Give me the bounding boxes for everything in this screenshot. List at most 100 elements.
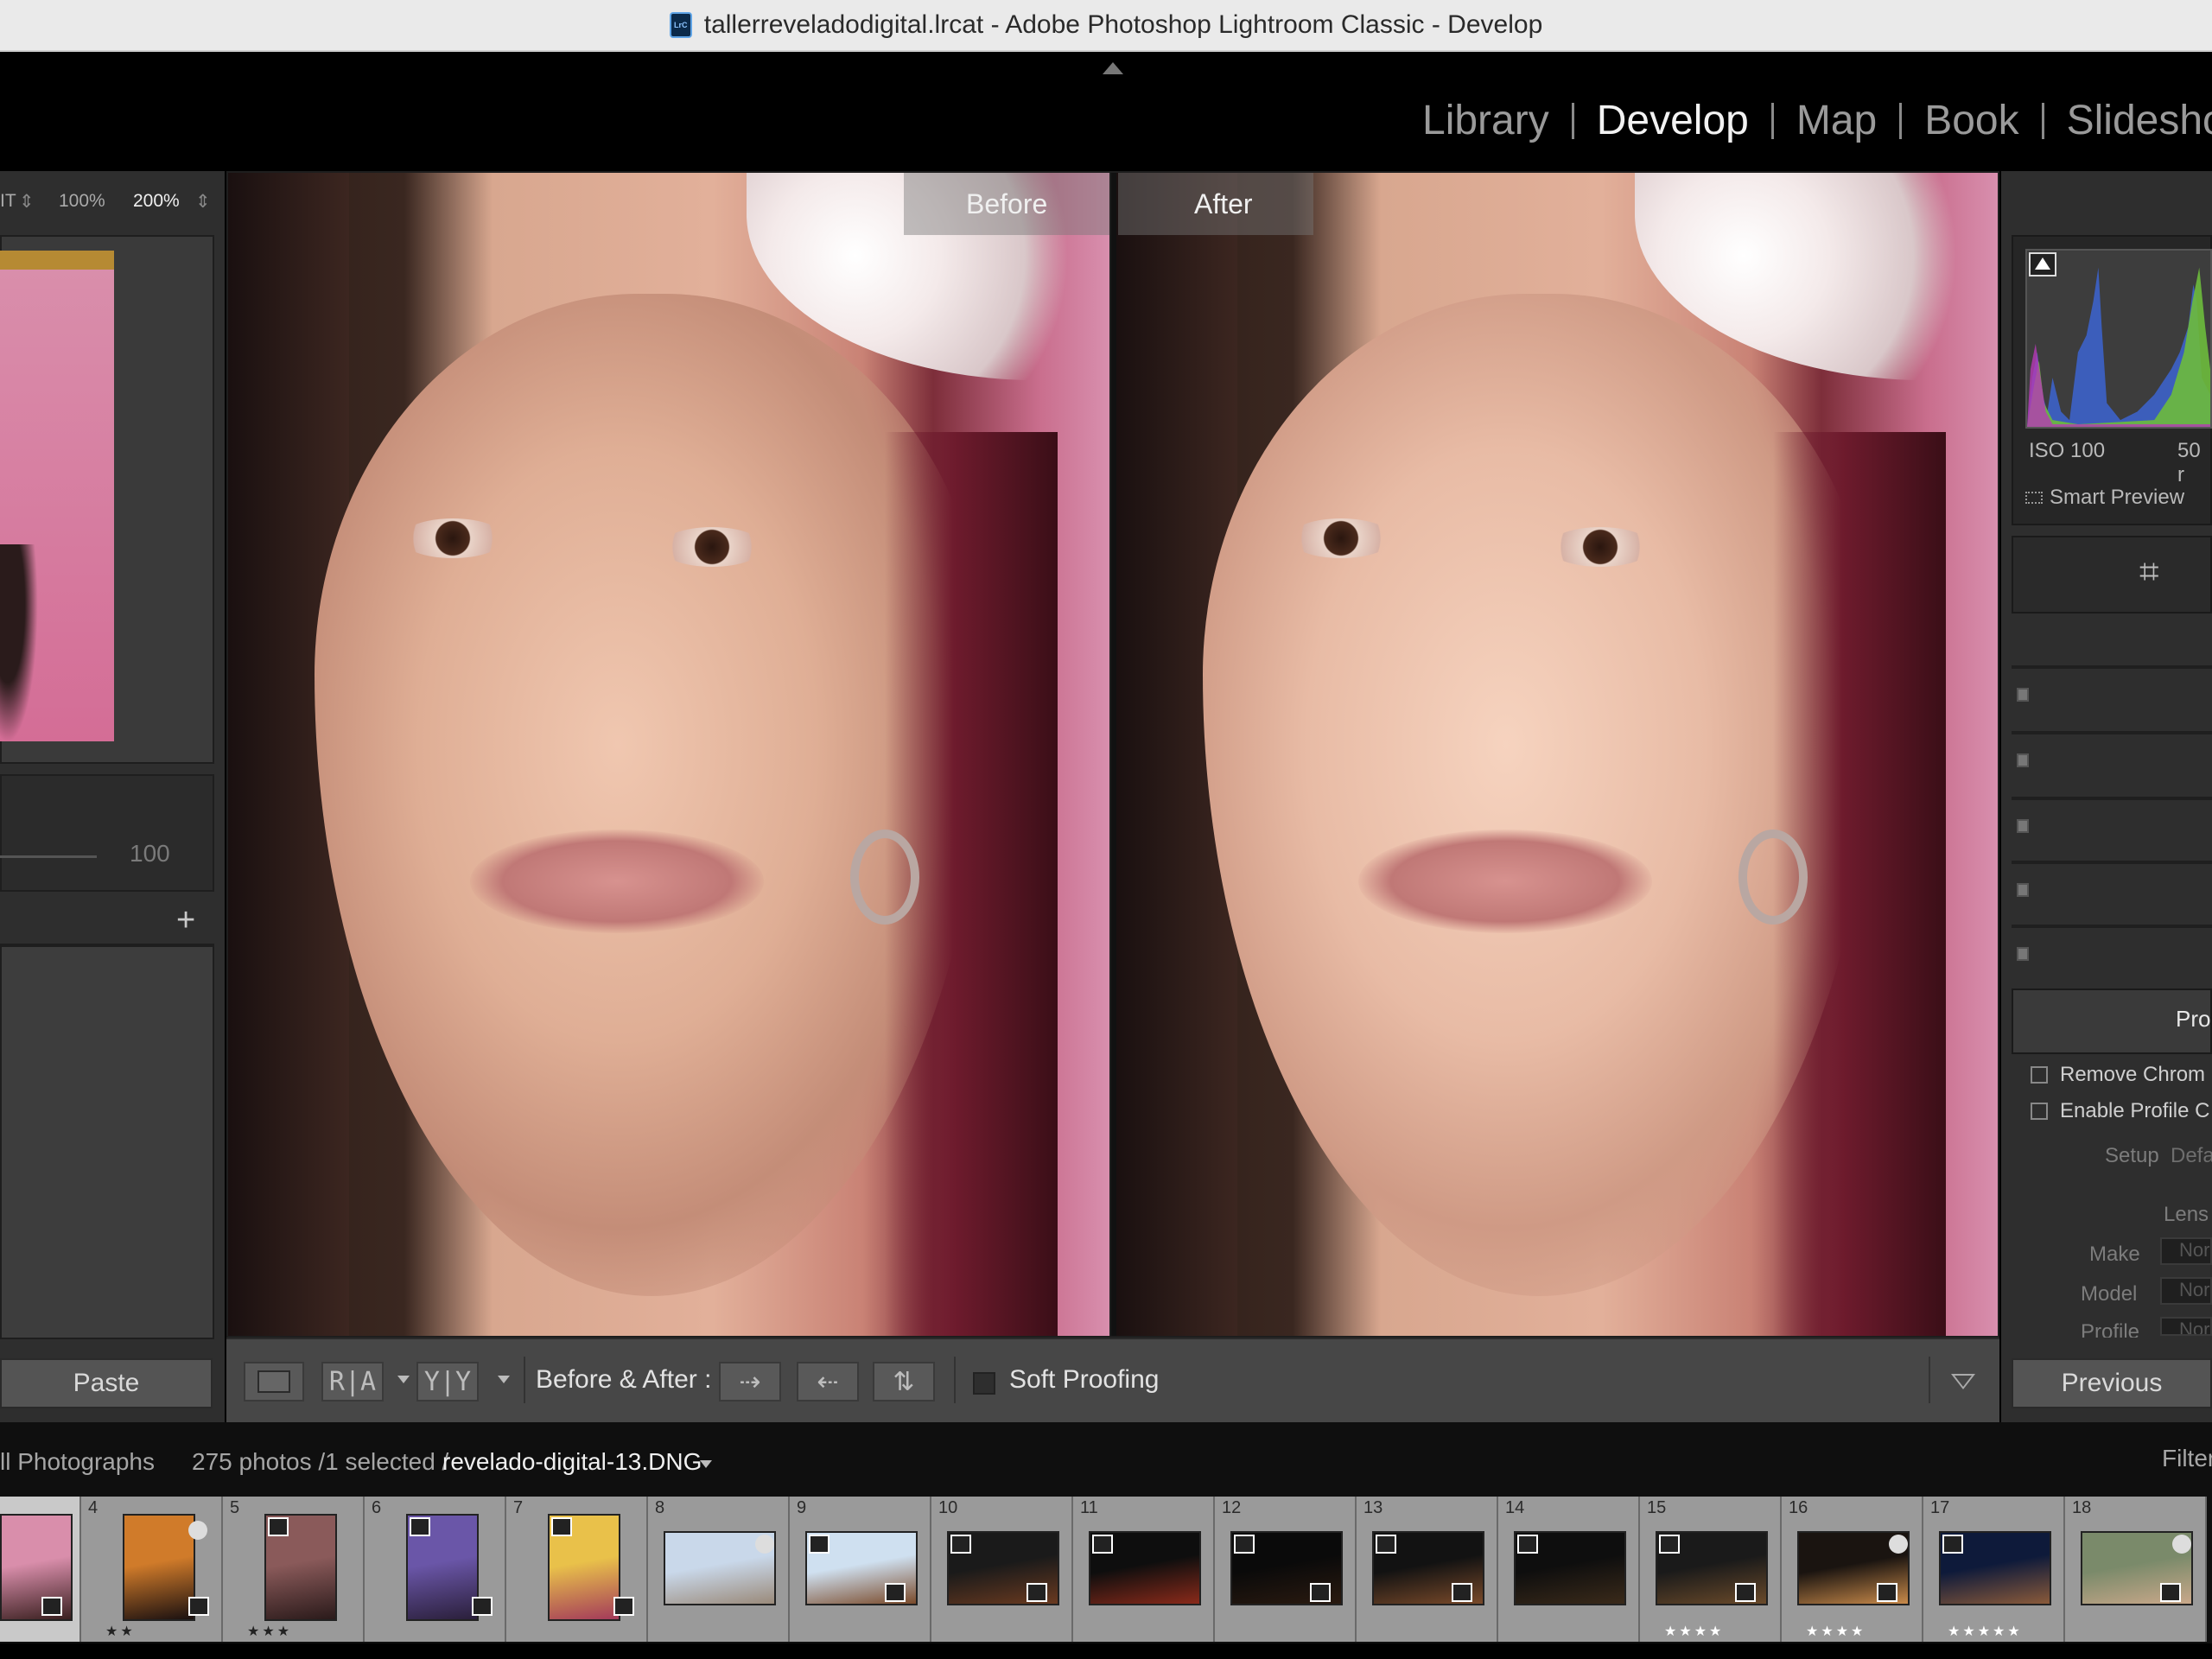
filmstrip-cell[interactable]: 18 (2065, 1497, 2207, 1642)
profile-label: Profile (2081, 1320, 2140, 1338)
collapsed-panel-detail[interactable] (2012, 925, 2212, 985)
zoom-100-option[interactable]: 100% (59, 191, 105, 212)
develop-adjusted-badge-icon (1452, 1583, 1472, 1602)
make-dropdown[interactable]: Nor (2160, 1237, 2212, 1265)
filmstrip-cell[interactable]: 17 ★★★★★ (1923, 1497, 2065, 1642)
before-after-left-right-button[interactable]: R|A (321, 1362, 384, 1402)
filmstrip-cell[interactable] (0, 1497, 81, 1642)
module-slideshow[interactable]: Slideshow (2044, 97, 2212, 144)
panel-toggle-switch[interactable] (2017, 688, 2029, 702)
filmstrip-cell[interactable]: 6 (365, 1497, 506, 1642)
before-photo[interactable] (228, 173, 1109, 1336)
filmstrip-cell[interactable]: 15 ★★★★ (1640, 1497, 1782, 1642)
lens-corrections-tab-profile[interactable]: Pro (2176, 1006, 2210, 1033)
module-library[interactable]: Library (1400, 97, 1572, 144)
develop-adjusted-badge-icon (2160, 1583, 2181, 1602)
smart-preview-label: Smart Preview (2050, 486, 2185, 509)
loupe-view-button[interactable] (244, 1362, 304, 1402)
setup-value[interactable]: Defa (2171, 1144, 2212, 1168)
filmstrip-star-rating[interactable]: ★★★★ (1806, 1623, 1866, 1640)
filmstrip-cell-index: 15 (1647, 1498, 1667, 1517)
ra-dropdown-arrow-icon[interactable] (397, 1376, 410, 1383)
copy-after-to-before-button[interactable]: ⇠ (797, 1362, 859, 1402)
filmstrip-cell[interactable]: 14 (1498, 1497, 1640, 1642)
navigator-thumbnail[interactable] (0, 251, 114, 741)
filmstrip-cell[interactable]: 12 (1215, 1497, 1357, 1642)
collapsed-panel-tone-curve[interactable] (2012, 731, 2212, 791)
smart-preview-status[interactable]: Smart Preview (2025, 486, 2184, 510)
sync-settings-badge-icon (1659, 1535, 1680, 1554)
filmstrip-star-rating[interactable]: ★★★ (247, 1623, 292, 1640)
module-develop[interactable]: Develop (1574, 97, 1771, 144)
filmstrip-cell[interactable]: 13 (1357, 1497, 1498, 1642)
module-map[interactable]: Map (1774, 97, 1899, 144)
filmstrip-cell-index: 18 (2072, 1498, 2092, 1517)
filmstrip-cell[interactable]: 16 ★★★★ (1782, 1497, 1923, 1642)
swap-before-after-button[interactable]: ⇅ (873, 1362, 935, 1402)
collapse-top-panel-icon[interactable] (1103, 62, 1123, 74)
filmstrip-star-rating[interactable]: ★★★★ (1664, 1623, 1724, 1640)
zoom-menu-arrows-icon[interactable]: ⇕ (195, 191, 211, 213)
filmstrip-cell[interactable]: 8 (648, 1497, 790, 1642)
filmstrip-cell[interactable]: 5 ★★★ (223, 1497, 365, 1642)
toolbar-options-chevron-icon[interactable] (1951, 1374, 1975, 1391)
filmstrip-source[interactable]: ll Photographs (0, 1448, 155, 1476)
left-eye (401, 518, 505, 558)
filmstrip-cell[interactable]: 11 (1073, 1497, 1215, 1642)
filename-dropdown-arrow-icon[interactable] (700, 1460, 712, 1468)
filmstrip-cell-index: 17 (1930, 1498, 1950, 1517)
copy-before-to-after-button[interactable]: ⇢ (719, 1362, 781, 1402)
panel-toggle-switch[interactable] (2017, 753, 2029, 767)
filmstrip-filename[interactable]: revelado-digital-13.DNG (442, 1448, 702, 1476)
zoom-fit-option[interactable]: IT (0, 191, 16, 212)
module-book[interactable]: Book (1902, 97, 2041, 144)
filmstrip-cell[interactable]: 10 (931, 1497, 1073, 1642)
toolbar-separator (1929, 1357, 1930, 1403)
shadow-clipping-warning-icon[interactable] (2029, 252, 2056, 276)
before-after-split-button[interactable]: Y|Y (416, 1362, 479, 1402)
yy-dropdown-arrow-icon[interactable] (498, 1376, 510, 1383)
enable-profile-row[interactable]: Enable Profile C (2031, 1099, 2209, 1123)
panel-toggle-switch[interactable] (2017, 947, 2029, 961)
after-photo[interactable] (1116, 173, 1998, 1336)
filmstrip-star-rating[interactable]: ★★ (105, 1623, 136, 1640)
model-dropdown[interactable]: Nor (2160, 1277, 2212, 1305)
collapsed-panel-color-grading[interactable] (2012, 861, 2212, 921)
paste-button[interactable]: Paste (0, 1358, 213, 1408)
enable-profile-checkbox[interactable] (2031, 1103, 2048, 1120)
filmstrip-cell-index: 6 (372, 1498, 382, 1517)
filmstrip-thumbnail[interactable] (123, 1514, 195, 1621)
remove-chromatic-checkbox[interactable] (2031, 1066, 2048, 1084)
crop-overlay-icon[interactable]: ⌗ (2139, 553, 2169, 591)
filmstrip-cell[interactable]: 9 (790, 1497, 931, 1642)
zoom-fit-arrows-icon[interactable]: ⇕ (19, 191, 35, 213)
left-slider-track[interactable] (0, 855, 97, 858)
toolbar-separator (524, 1357, 525, 1403)
soft-proofing-checkbox[interactable] (973, 1372, 995, 1395)
filmstrip-filter-label[interactable]: Filter (2162, 1445, 2212, 1472)
panel-toggle-switch[interactable] (2017, 883, 2029, 897)
collapsed-panel-basic[interactable] (2012, 665, 2212, 726)
virtual-copy-badge-icon (2172, 1535, 2191, 1554)
filmstrip-cell[interactable]: 7 (506, 1497, 648, 1642)
remove-chromatic-row[interactable]: Remove Chrom (2031, 1063, 2205, 1087)
profile-dropdown[interactable]: Nor (2160, 1317, 2212, 1336)
soft-proofing-label[interactable]: Soft Proofing (1009, 1365, 1159, 1395)
filmstrip-cell-index: 14 (1505, 1498, 1525, 1517)
zoom-200-option[interactable]: 200% (133, 191, 180, 212)
collapsed-panel-hsl[interactable] (2012, 797, 2212, 857)
left-slider-panel (0, 774, 214, 892)
filmstrip-cell-index: 13 (1363, 1498, 1383, 1517)
remove-chromatic-label: Remove Chrom (2060, 1063, 2206, 1086)
module-picker: Library Develop Map Book Slideshow (1400, 97, 2212, 144)
sync-settings-badge-icon (1517, 1535, 1538, 1554)
panel-toggle-switch[interactable] (2017, 819, 2029, 833)
filmstrip-cell[interactable]: 4 ★★ (81, 1497, 223, 1642)
exif-focal-length: 50 r (2177, 439, 2201, 486)
filmstrip-star-rating[interactable]: ★★★★★ (1948, 1623, 2023, 1640)
sync-settings-badge-icon (1942, 1535, 1963, 1554)
previous-button[interactable]: Previous (2012, 1358, 2212, 1408)
add-preset-plus-icon[interactable]: + (176, 902, 195, 939)
sync-settings-badge-icon (1092, 1535, 1113, 1554)
lips (470, 830, 764, 933)
